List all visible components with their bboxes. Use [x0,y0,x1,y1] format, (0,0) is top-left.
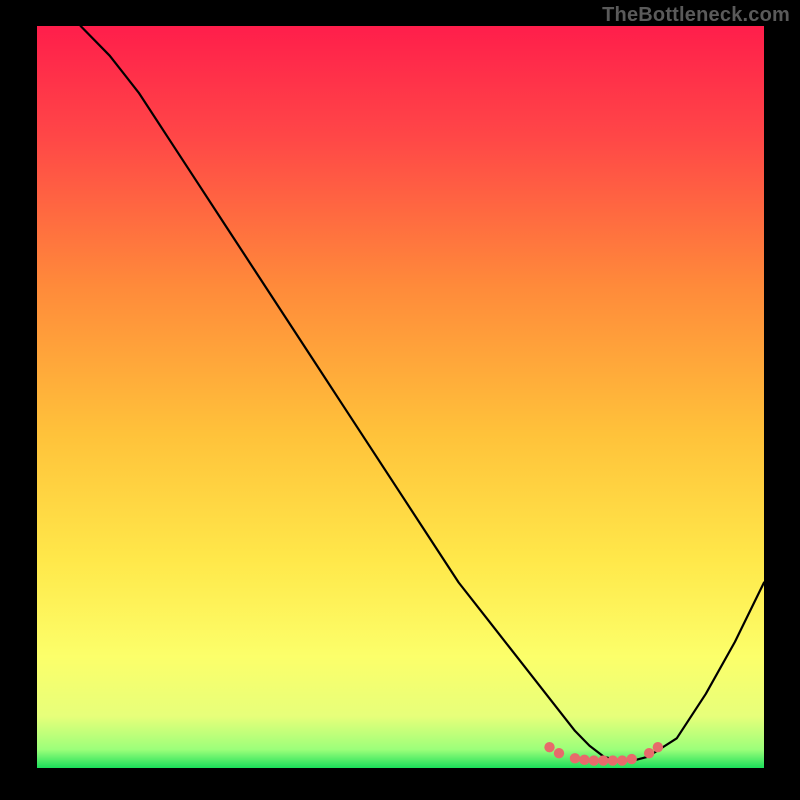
marker-dot [598,755,608,765]
marker-dot [617,755,627,765]
marker-dot [626,754,636,764]
marker-dot [579,755,589,765]
marker-dot [570,753,580,763]
watermark-text: TheBottleneck.com [602,4,790,27]
marker-dot [544,742,554,752]
marker-dot [644,748,654,758]
marker-dot [589,755,599,765]
bottleneck-chart [0,0,800,800]
marker-dot [554,748,564,758]
chart-container: TheBottleneck.com [0,0,800,800]
marker-dot [608,755,618,765]
marker-dot [653,742,663,752]
plot-background [37,26,764,768]
